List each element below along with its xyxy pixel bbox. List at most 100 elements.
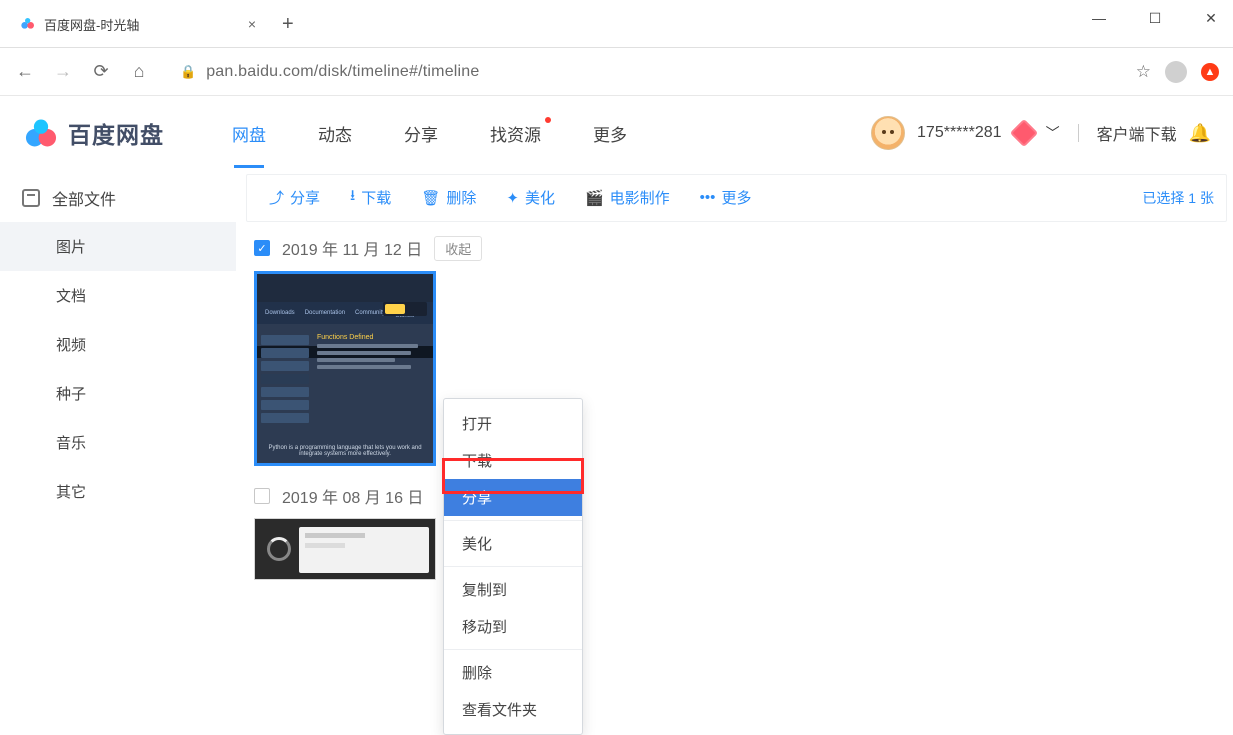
toolbar-movie-button[interactable]: 🎬电影制作	[573, 181, 682, 214]
toolbar-download-button[interactable]: ⭳下载	[338, 179, 403, 216]
timeline-group: ✓ 2019 年 11 月 12 日 收起 ✓ DownloadsDocumen…	[254, 236, 1223, 466]
username[interactable]: 175*****281	[917, 124, 1002, 142]
browser-toolbar: ← → ⟳ ⌂ 🔒 pan.baidu.com/disk/timeline#/t…	[0, 48, 1233, 96]
content: ⤴分享 ⭳下载 🗑删除 ✦美化 🎬电影制作 •••更多 已选择 1 张 ✓ 20…	[236, 170, 1233, 596]
collapse-button[interactable]: 收起	[434, 236, 482, 261]
group-header: ✓ 2019 年 11 月 12 日 收起	[254, 236, 1223, 261]
app-root: 百度网盘 网盘 动态 分享 找资源 更多 175*****281 ﹀ 客户端下载…	[0, 96, 1233, 596]
logo-icon	[22, 114, 60, 152]
ctx-download[interactable]: 下载	[444, 442, 582, 479]
window-maximize-button[interactable]: ☐	[1141, 4, 1169, 32]
nav-resources-label: 找资源	[490, 126, 541, 145]
browser-tab[interactable]: 百度网盘-时光轴 ×	[8, 6, 268, 42]
sidebar-all-files-label: 全部文件	[52, 186, 116, 210]
bell-icon[interactable]: 🔔	[1189, 123, 1211, 144]
preview-footer: Python is a programming language that le…	[263, 445, 427, 457]
film-icon: 🎬	[585, 189, 604, 207]
favicon-icon	[20, 16, 36, 32]
thumbnail-preview	[299, 527, 429, 573]
ctx-share[interactable]: 分享	[444, 479, 582, 516]
sidebar-item-images[interactable]: 图片	[0, 222, 236, 271]
toolbar-right: ☆ ▲	[1136, 61, 1219, 83]
sidebar-item-torrent[interactable]: 种子	[0, 369, 236, 418]
toolbar-share-label: 分享	[290, 187, 320, 208]
thumbnail-preview: DownloadsDocumentationCommunitySuccess S…	[257, 274, 433, 463]
thumbnail-row: ✓ DownloadsDocumentationCommunitySuccess…	[254, 271, 1223, 466]
url-text: pan.baidu.com/disk/timeline#/timeline	[206, 63, 479, 81]
client-download-link[interactable]: 客户端下载	[1097, 121, 1177, 145]
ctx-copyto[interactable]: 复制到	[444, 571, 582, 608]
bookmark-star-icon[interactable]: ☆	[1136, 62, 1151, 82]
tab-close-icon[interactable]: ×	[248, 16, 256, 32]
sidebar-item-docs[interactable]: 文档	[0, 271, 236, 320]
timeline: ✓ 2019 年 11 月 12 日 收起 ✓ DownloadsDocumen…	[236, 222, 1233, 596]
browser-tab-strip: 百度网盘-时光轴 × + — ☐ ✕	[0, 0, 1233, 48]
group-header: 2019 年 08 月 16 日	[254, 484, 1223, 508]
toolbar-delete-button[interactable]: 🗑删除	[409, 181, 488, 214]
thumbnail-row	[254, 518, 1223, 580]
sidebar-item-video[interactable]: 视频	[0, 320, 236, 369]
sidebar-all-files[interactable]: 全部文件	[0, 174, 236, 222]
context-menu: 打开 下载 分享 美化 复制到 移动到 删除 查看文件夹	[443, 398, 583, 735]
nav-more[interactable]: 更多	[593, 115, 627, 152]
header-right: 175*****281 ﹀ 客户端下载 🔔	[871, 116, 1211, 150]
app-header: 百度网盘 网盘 动态 分享 找资源 更多 175*****281 ﹀ 客户端下载…	[0, 96, 1233, 170]
tabs-row: 百度网盘-时光轴 × +	[0, 0, 294, 40]
sidebar-item-other[interactable]: 其它	[0, 467, 236, 516]
user-avatar-icon[interactable]	[871, 116, 905, 150]
selection-info: 已选择 1 张	[1142, 188, 1216, 208]
ctx-beautify[interactable]: 美化	[444, 525, 582, 562]
dots-icon: •••	[700, 189, 716, 206]
group-date: 2019 年 08 月 16 日	[282, 484, 423, 508]
download-icon: ⭳	[350, 185, 355, 210]
loading-spinner-icon	[267, 537, 291, 561]
share-icon: ⤴	[269, 187, 284, 208]
toolbar-beautify-button[interactable]: ✦ 美化	[494, 181, 567, 214]
nav-forward-icon[interactable]: →	[52, 61, 74, 82]
window-minimize-button[interactable]: —	[1085, 4, 1113, 32]
lock-icon: 🔒	[180, 64, 196, 80]
window-close-button[interactable]: ✕	[1197, 4, 1225, 32]
toolbar-share-button[interactable]: ⤴ 分享	[257, 181, 332, 214]
nav-share[interactable]: 分享	[404, 115, 438, 152]
menu-separator	[444, 520, 582, 521]
group-checkbox[interactable]: ✓	[254, 240, 270, 256]
image-thumbnail[interactable]	[254, 518, 436, 580]
window-controls: — ☐ ✕	[1085, 4, 1225, 32]
sidebar-item-music[interactable]: 音乐	[0, 418, 236, 467]
tab-title: 百度网盘-时光轴	[44, 15, 240, 34]
group-checkbox[interactable]	[254, 488, 270, 504]
vip-diamond-icon[interactable]	[1009, 119, 1037, 147]
nav-back-icon[interactable]: ←	[14, 61, 36, 82]
toolbar-more-button[interactable]: ••• 更多	[688, 181, 764, 214]
app-body: 全部文件 图片 文档 视频 种子 音乐 其它 ⤴分享 ⭳下载 🗑删除 ✦美化 🎬…	[0, 170, 1233, 596]
sidebar: 全部文件 图片 文档 视频 种子 音乐 其它	[0, 170, 236, 596]
toolbar-beautify-label: 美化	[525, 187, 555, 208]
ctx-open[interactable]: 打开	[444, 405, 582, 442]
profile-avatar-icon[interactable]	[1165, 61, 1187, 83]
nav-resources[interactable]: 找资源	[490, 115, 541, 152]
divider	[1078, 124, 1079, 142]
extension-icon[interactable]: ▲	[1201, 63, 1219, 81]
image-thumbnail[interactable]: ✓ DownloadsDocumentationCommunitySuccess…	[254, 271, 436, 466]
wand-icon: ✦	[506, 189, 519, 207]
ctx-moveto[interactable]: 移动到	[444, 608, 582, 645]
files-icon	[22, 189, 40, 207]
toolbar-more-label: 更多	[721, 187, 751, 208]
logo-text: 百度网盘	[68, 116, 164, 150]
timeline-group: 2019 年 08 月 16 日	[254, 484, 1223, 580]
menu-separator	[444, 649, 582, 650]
group-date: 2019 年 11 月 12 日	[282, 236, 422, 260]
nav-disk[interactable]: 网盘	[232, 115, 266, 152]
nav-reload-icon[interactable]: ⟳	[90, 61, 112, 82]
chevron-down-icon[interactable]: ﹀	[1046, 123, 1060, 143]
new-tab-button[interactable]: +	[282, 13, 294, 36]
ctx-viewfolder[interactable]: 查看文件夹	[444, 691, 582, 728]
ctx-delete[interactable]: 删除	[444, 654, 582, 691]
nav-home-icon[interactable]: ⌂	[128, 61, 150, 82]
logo[interactable]: 百度网盘	[22, 114, 164, 152]
action-toolbar: ⤴ 分享 ⭳下载 🗑删除 ✦ 美化 🎬电影制作 ••• 更多 已选择 1 张	[246, 174, 1227, 222]
nav-feed[interactable]: 动态	[318, 115, 352, 152]
preview-heading: Functions Defined	[317, 334, 429, 341]
address-bar[interactable]: 🔒 pan.baidu.com/disk/timeline#/timeline	[166, 55, 1120, 89]
